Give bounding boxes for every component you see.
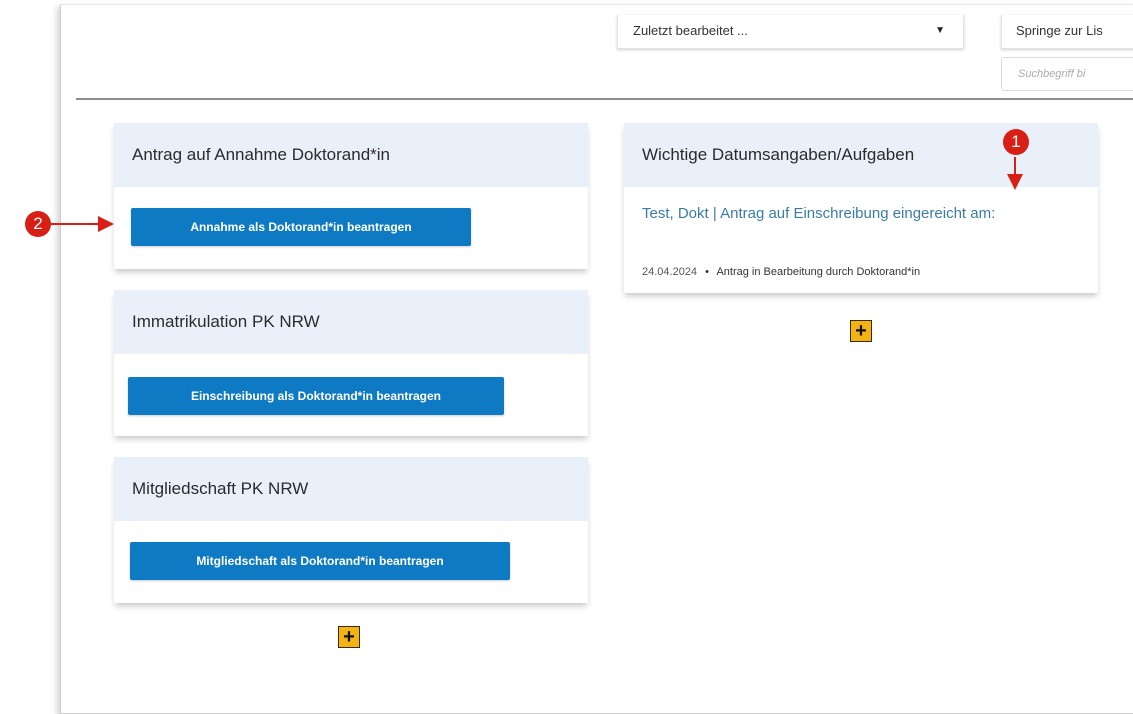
apply-enrollment-button[interactable]: Einschreibung als Doktorand*in beantrage… bbox=[128, 377, 504, 415]
search-field[interactable] bbox=[1001, 57, 1133, 91]
meta-separator: • bbox=[705, 266, 709, 278]
jump-to-list-value: Springe zur Lis bbox=[1016, 23, 1103, 38]
task-status: Antrag in Bearbeitung durch Doktorand*in bbox=[716, 266, 921, 278]
jump-to-list-field[interactable]: Springe zur Lis bbox=[1001, 15, 1133, 49]
task-link[interactable]: Test, Dokt | Antrag auf Einschreibung ei… bbox=[642, 202, 1072, 226]
card-title: Immatrikulation PK NRW bbox=[114, 290, 588, 354]
annotation-marker-1: 1 bbox=[1003, 129, 1029, 155]
app-window: Zuletzt bearbeitet ... ▼ Springe zur Lis… bbox=[60, 4, 1133, 714]
card-mitgliedschaft: Mitgliedschaft PK NRW Mitgliedschaft als… bbox=[114, 457, 588, 603]
add-widget-right-button[interactable]: + bbox=[850, 320, 872, 342]
card-immatrikulation: Immatrikulation PK NRW Einschreibung als… bbox=[114, 290, 588, 436]
recent-items-select[interactable]: Zuletzt bearbeitet ... ▼ bbox=[617, 15, 964, 49]
task-meta: 24.04.2024 • Antrag in Bearbeitung durch… bbox=[642, 266, 920, 278]
search-input[interactable] bbox=[1002, 58, 1133, 90]
add-widget-left-button[interactable]: + bbox=[338, 626, 360, 648]
apply-membership-button[interactable]: Mitgliedschaft als Doktorand*in beantrag… bbox=[130, 542, 510, 580]
header-divider bbox=[76, 98, 1133, 100]
card-title: Mitgliedschaft PK NRW bbox=[114, 457, 588, 521]
caret-down-icon: ▼ bbox=[935, 25, 945, 36]
recent-items-select-value: Zuletzt bearbeitet ... bbox=[633, 23, 748, 38]
apply-acceptance-button[interactable]: Annahme als Doktorand*in beantragen bbox=[131, 208, 471, 246]
card-title: Wichtige Datumsangaben/Aufgaben bbox=[624, 123, 1098, 187]
annotation-marker-2: 2 bbox=[25, 211, 51, 237]
card-title: Antrag auf Annahme Doktorand*in bbox=[114, 123, 588, 187]
card-annahme: Antrag auf Annahme Doktorand*in Annahme … bbox=[114, 123, 588, 269]
task-item: Test, Dokt | Antrag auf Einschreibung ei… bbox=[624, 187, 1098, 293]
task-date: 24.04.2024 bbox=[642, 266, 698, 278]
